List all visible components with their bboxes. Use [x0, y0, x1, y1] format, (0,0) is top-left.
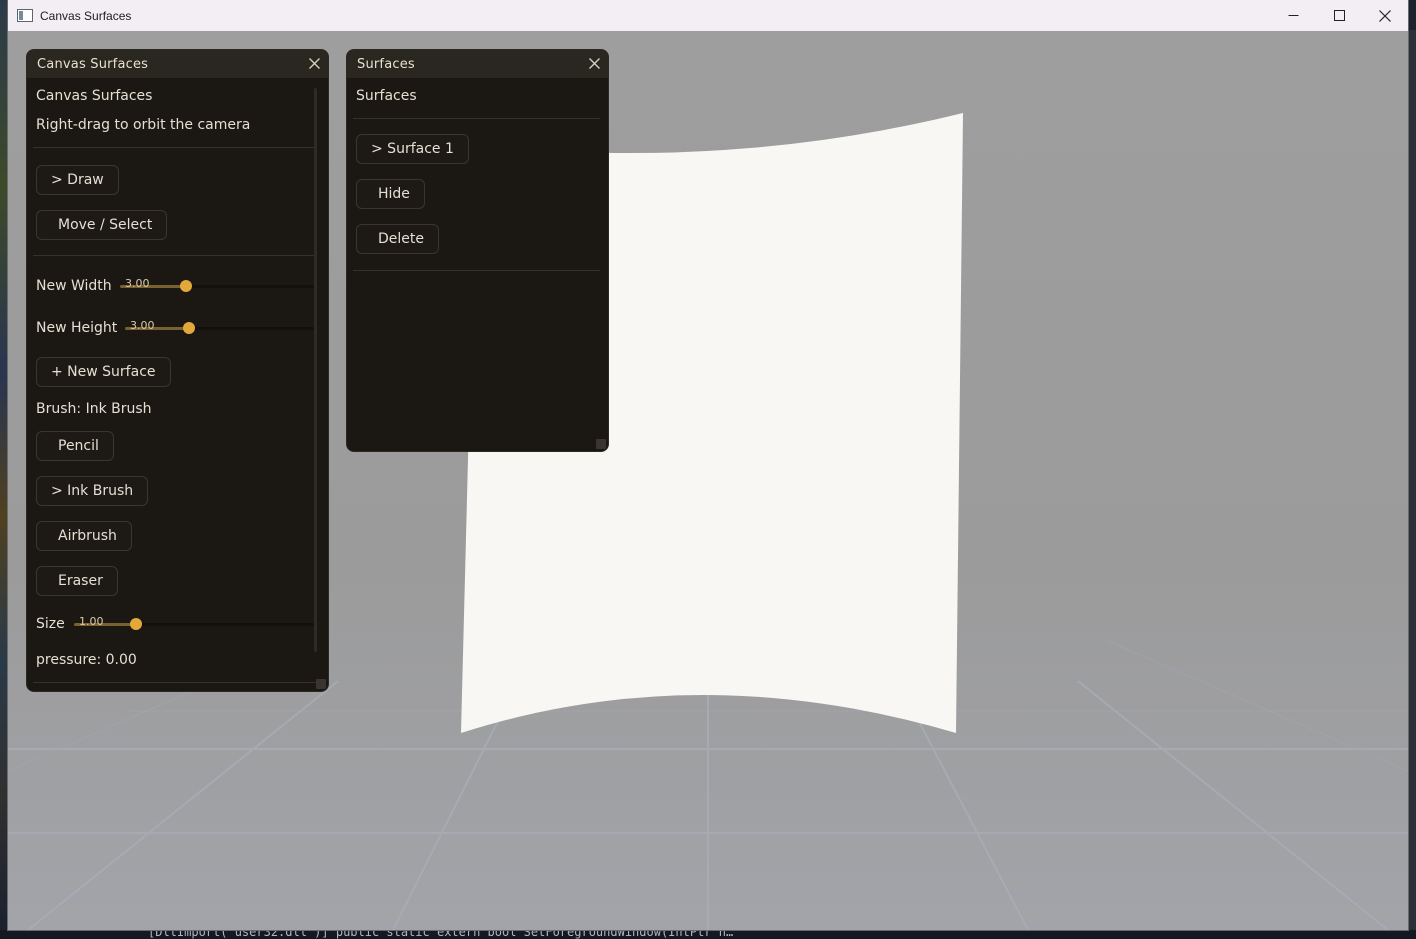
size-label: Size: [36, 616, 65, 632]
title-bar[interactable]: Canvas Surfaces: [8, 0, 1408, 32]
slider-knob[interactable]: [183, 322, 196, 334]
panel-header[interactable]: Canvas Surfaces: [27, 50, 328, 78]
minimize-button[interactable]: [1270, 0, 1316, 31]
divider: [33, 147, 316, 148]
close-window-button[interactable]: [1362, 0, 1408, 31]
new-width-label: New Width: [36, 278, 112, 294]
pressure-readout: pressure: 0.00: [36, 652, 137, 668]
hide-surface-button[interactable]: Hide: [356, 179, 425, 209]
orbit-hint: Right-drag to orbit the camera: [36, 117, 251, 133]
surfaces-panel[interactable]: Surfaces Surfaces > Surface 1 Hide Delet…: [347, 50, 608, 451]
delete-surface-button[interactable]: Delete: [356, 224, 439, 254]
airbrush-button[interactable]: Airbrush: [36, 521, 132, 551]
close-icon: [1379, 9, 1391, 22]
slider-value: 3.00: [125, 277, 150, 290]
divider: [353, 270, 600, 271]
resize-grip[interactable]: [316, 679, 326, 689]
size-slider[interactable]: 1.00: [74, 615, 314, 630]
window-controls: [1270, 0, 1408, 31]
divider: [353, 118, 600, 119]
slider-knob[interactable]: [130, 618, 143, 630]
close-icon: [308, 57, 320, 69]
panel-scrollbar[interactable]: [314, 88, 317, 652]
minimize-icon: [1288, 15, 1298, 16]
app-icon: [17, 9, 33, 22]
resize-grip[interactable]: [596, 439, 606, 449]
canvas-surfaces-panel[interactable]: Canvas Surfaces Canvas Surfaces Right-dr…: [27, 50, 328, 691]
desktop-background-right: [1408, 30, 1416, 930]
panel-heading: Canvas Surfaces: [36, 88, 153, 104]
desktop-background-bottom: [DllImport("user32.dll")] public static …: [0, 930, 1416, 939]
maximize-button[interactable]: [1316, 0, 1362, 31]
maximize-icon: [1333, 10, 1345, 21]
slider-value: 3.00: [130, 319, 155, 332]
divider: [33, 255, 316, 256]
ink-brush-button[interactable]: > Ink Brush: [36, 476, 149, 506]
draw-mode-button[interactable]: > Draw: [36, 165, 119, 195]
panel-heading: Surfaces: [356, 88, 417, 104]
pencil-brush-button[interactable]: Pencil: [36, 431, 114, 461]
new-width-slider[interactable]: 3.00: [120, 277, 314, 292]
new-height-slider[interactable]: 3.00: [125, 319, 314, 334]
window-title: Canvas Surfaces: [40, 8, 132, 23]
new-surface-button[interactable]: + New Surface: [36, 357, 171, 387]
close-icon: [588, 57, 600, 69]
slider-knob[interactable]: [179, 280, 192, 292]
surface-1-item[interactable]: > Surface 1: [356, 134, 469, 164]
new-height-label: New Height: [36, 320, 118, 336]
panel-close-button[interactable]: [587, 56, 601, 70]
divider: [33, 682, 316, 683]
panel-close-button[interactable]: [307, 56, 321, 70]
panel-title: Surfaces: [357, 56, 415, 72]
desktop-code-text: [DllImport("user32.dll")] public static …: [148, 930, 734, 939]
move-select-mode-button[interactable]: Move / Select: [36, 210, 168, 240]
eraser-button[interactable]: Eraser: [36, 566, 118, 596]
slider-value: 1.00: [79, 615, 104, 628]
panel-header[interactable]: Surfaces: [347, 50, 608, 78]
panel-title: Canvas Surfaces: [37, 56, 149, 72]
brush-label: Brush: Ink Brush: [36, 401, 152, 417]
